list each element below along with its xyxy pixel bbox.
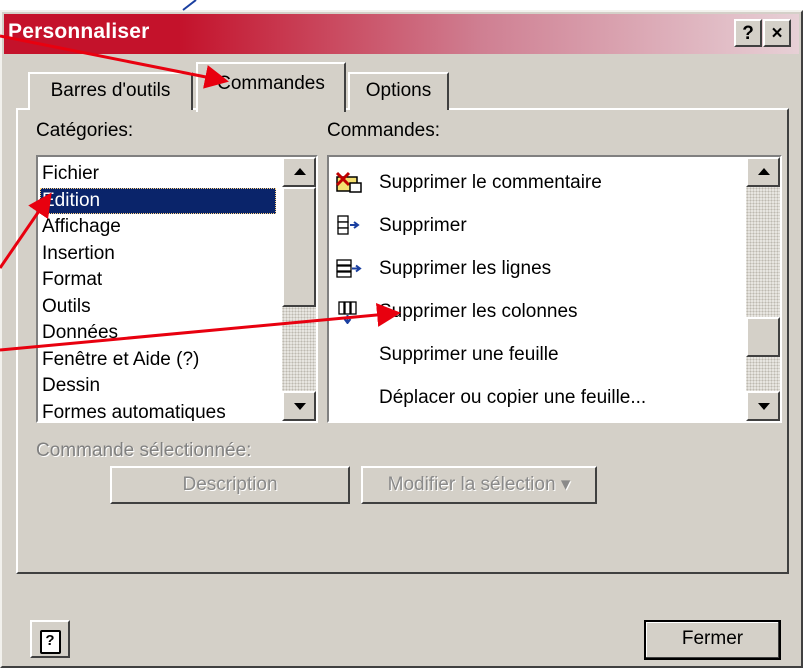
command-delete-comment[interactable]: Supprimer le commentaire xyxy=(331,161,740,204)
category-edition[interactable]: Edition xyxy=(40,187,276,214)
command-move-copy-sheet[interactable]: Déplacer ou copier une feuille... xyxy=(331,376,740,419)
categories-listbox[interactable]: Fichier Edition Affichage Insertion Form… xyxy=(36,155,318,423)
arrow-down-icon xyxy=(758,403,770,410)
command-delete[interactable]: Supprimer xyxy=(331,204,740,247)
arrow-down-icon xyxy=(294,403,306,410)
category-insertion[interactable]: Insertion xyxy=(40,241,276,268)
command-label: Déplacer ou copier une feuille... xyxy=(379,387,647,408)
arrow-up-icon xyxy=(294,168,306,175)
command-label: Supprimer le commentaire xyxy=(379,172,602,193)
commands-label: Commandes: xyxy=(327,120,440,141)
command-label: Supprimer une feuille xyxy=(379,344,559,365)
delete-rows-icon xyxy=(336,259,362,278)
command-delete-columns[interactable]: Supprimer les colonnes xyxy=(331,290,740,333)
command-label: Supprimer les lignes xyxy=(379,258,552,279)
description-button[interactable]: Description xyxy=(110,466,350,504)
category-dessin[interactable]: Dessin xyxy=(40,373,276,400)
annotation-line xyxy=(182,0,197,11)
arrow-up-icon xyxy=(758,168,770,175)
command-label: Supprimer les colonnes xyxy=(379,301,578,322)
modify-selection-button[interactable]: Modifier la sélection ▾ xyxy=(361,466,597,504)
category-affichage[interactable]: Affichage xyxy=(40,214,276,241)
tab-options[interactable]: Options xyxy=(348,72,449,110)
scroll-down-button[interactable] xyxy=(746,391,780,421)
scroll-up-button[interactable] xyxy=(746,157,780,187)
categories-scrollbar[interactable] xyxy=(282,157,316,421)
tab-toolbars[interactable]: Barres d'outils xyxy=(28,72,193,110)
command-label: Supprimer xyxy=(379,215,467,236)
scroll-down-button[interactable] xyxy=(282,391,316,421)
commands-listbox[interactable]: Supprimer le commentaire Supprimer Suppr… xyxy=(327,155,782,423)
command-delete-sheet[interactable]: Supprimer une feuille xyxy=(331,333,740,376)
categories-items: Fichier Edition Affichage Insertion Form… xyxy=(40,161,276,422)
categories-label: Catégories: xyxy=(36,120,134,141)
tab-commands[interactable]: Commandes xyxy=(196,62,346,112)
scroll-thumb[interactable] xyxy=(746,317,780,357)
category-format[interactable]: Format xyxy=(40,267,276,294)
selected-command-label: Commande sélectionnée: xyxy=(36,440,252,461)
close-button[interactable]: Fermer xyxy=(644,620,781,660)
delete-comment-icon xyxy=(335,171,362,193)
scroll-up-button[interactable] xyxy=(282,157,316,187)
commands-items: Supprimer le commentaire Supprimer Suppr… xyxy=(331,161,740,419)
scroll-thumb[interactable] xyxy=(282,187,316,307)
commands-scrollbar[interactable] xyxy=(746,157,780,421)
help-button[interactable]: ? xyxy=(734,19,762,47)
category-formes-automatiques[interactable]: Formes automatiques xyxy=(40,400,276,422)
title-bar[interactable]: Personnaliser ? × xyxy=(4,14,799,54)
category-donnees[interactable]: Données xyxy=(40,320,276,347)
close-window-button[interactable]: × xyxy=(763,19,791,47)
help-icon: ? xyxy=(39,630,61,654)
dialog-title: Personnaliser xyxy=(8,20,150,43)
category-outils[interactable]: Outils xyxy=(40,294,276,321)
category-fenetre-aide[interactable]: Fenêtre et Aide (?) xyxy=(40,347,276,374)
help-context-button[interactable]: ? xyxy=(30,620,70,658)
delete-cells-icon xyxy=(337,215,360,235)
delete-columns-icon xyxy=(338,301,357,324)
category-fichier[interactable]: Fichier xyxy=(40,161,276,188)
command-delete-rows[interactable]: Supprimer les lignes xyxy=(331,247,740,290)
